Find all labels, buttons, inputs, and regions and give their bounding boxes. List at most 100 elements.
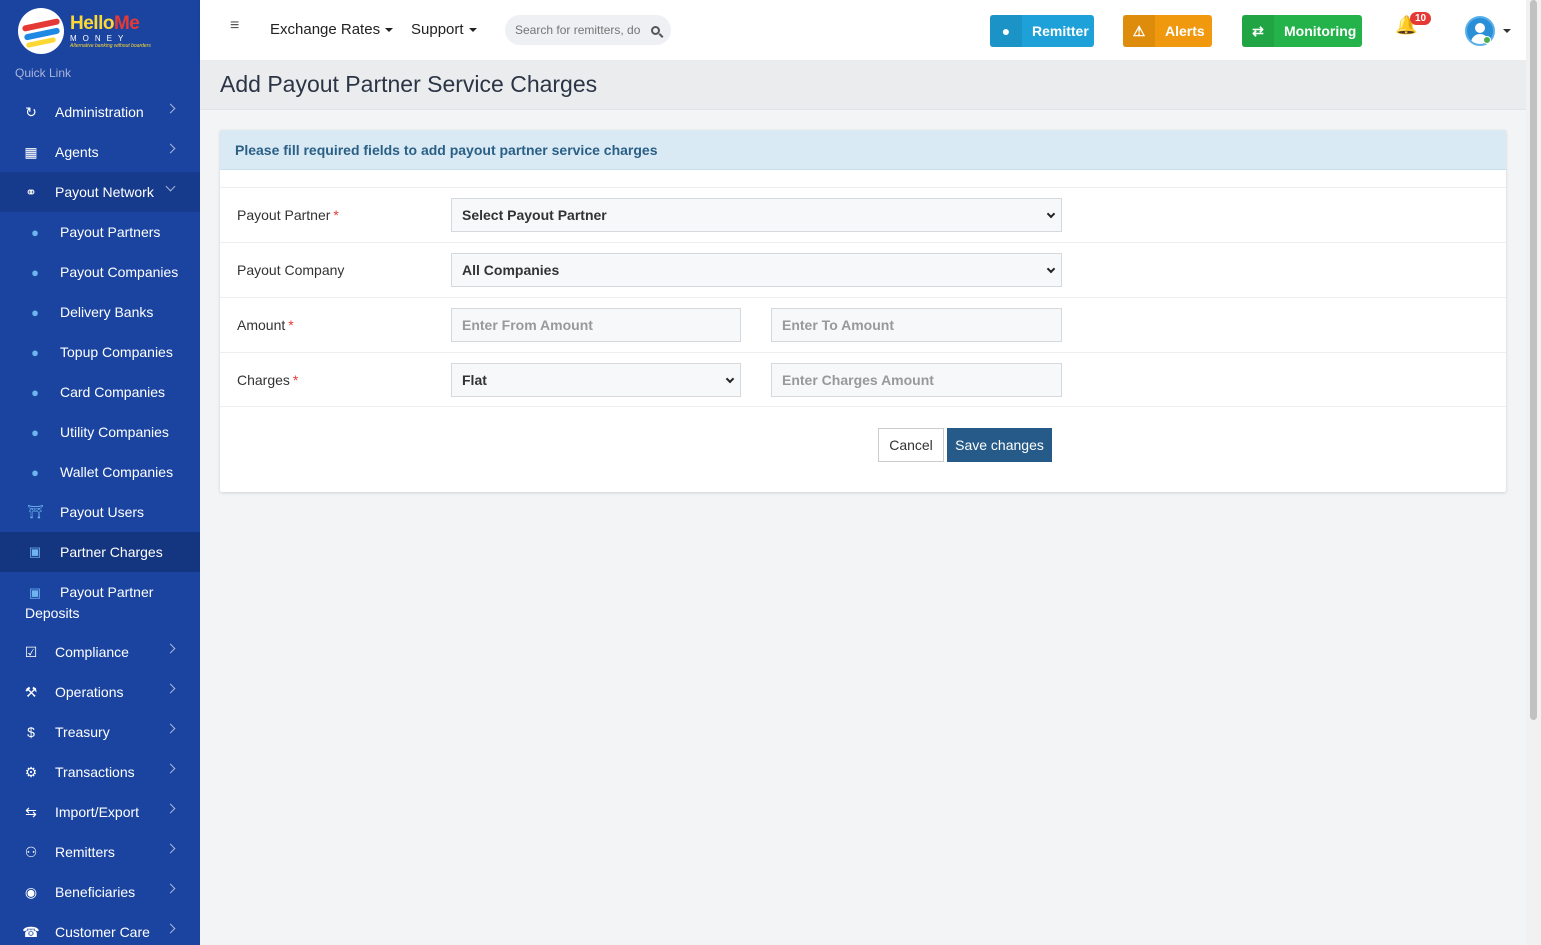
check-square-icon: ☑ <box>24 643 38 660</box>
sidebar-item-label: Operations <box>55 684 124 700</box>
sidebar-item-label: Delivery Banks <box>60 304 154 320</box>
user-icon: ● <box>31 264 39 280</box>
exchange-arrows-icon: ⇄ <box>1242 15 1274 47</box>
sidebar-item-delivery-banks[interactable]: ● Delivery Banks <box>0 292 200 332</box>
sidebar-item-label: Import/Export <box>55 804 140 820</box>
required-mark: * <box>333 207 339 223</box>
user-icon: ● <box>31 224 39 240</box>
search-box <box>505 15 671 45</box>
users-icon: ⚇ <box>24 843 38 860</box>
sidebar-item-payout-network[interactable]: ⚭ Payout Network <box>0 172 200 212</box>
sidebar-item-label: Payout Network <box>55 184 154 200</box>
charges-amount-input[interactable] <box>771 363 1062 397</box>
topbar: ≡ Exchange Rates Support ● Remitter ⚠ Aler… <box>200 0 1526 60</box>
payout-company-label: Payout Company <box>237 262 345 278</box>
sidebar-item-agents[interactable]: ▦ Agents <box>0 132 200 172</box>
payout-company-select[interactable]: All Companies <box>451 253 1062 287</box>
search-input[interactable] <box>515 23 640 37</box>
charges-type-select[interactable]: Flat <box>451 363 741 397</box>
to-amount-input[interactable] <box>771 308 1062 342</box>
user-icon: ● <box>31 304 39 320</box>
user-circle-icon: ◉ <box>24 883 38 900</box>
online-status-icon <box>1483 36 1491 44</box>
wrench-icon: ⚒ <box>24 683 38 700</box>
chevron-right-icon <box>165 763 176 774</box>
sidebar-item-wallet-companies[interactable]: ● Wallet Companies <box>0 452 200 492</box>
card-header: Please fill required fields to add payou… <box>220 130 1506 170</box>
sidebar-item-remitters[interactable]: ⚇ Remitters <box>0 832 200 872</box>
sidebar-item-payout-users[interactable]: ⛩ Payout Users <box>0 492 200 532</box>
sidebar-item-operations[interactable]: ⚒ Operations <box>0 672 200 712</box>
sidebar-item-compliance[interactable]: ☑ Compliance <box>0 632 200 672</box>
sidebar-item-payout-partner-deposits[interactable]: ▣ Payout Partner Deposits <box>0 572 200 632</box>
alerts-label: Alerts <box>1165 23 1205 39</box>
sidebar-item-payout-partners[interactable]: ● Payout Partners <box>0 212 200 252</box>
support-label: Support <box>411 21 464 38</box>
dollar-icon: $ <box>27 724 35 740</box>
user-icon: ● <box>990 15 1022 47</box>
payout-company-row: Payout Company All Companies <box>220 242 1506 297</box>
payout-partner-select[interactable]: Select Payout Partner <box>451 198 1062 232</box>
sidebar-item-label: Remitters <box>55 844 115 860</box>
chevron-right-icon <box>165 883 176 894</box>
monitoring-button[interactable]: ⇄ Monitoring <box>1242 15 1362 47</box>
sidebar-item-administration[interactable]: ↻ Administration <box>0 92 200 132</box>
required-mark: * <box>292 372 299 388</box>
form-card: Please fill required fields to add payou… <box>220 130 1506 492</box>
shuffle-icon: ⇆ <box>25 803 37 820</box>
sidebar-item-payout-companies[interactable]: ● Payout Companies <box>0 252 200 292</box>
sidebar-item-customer-care[interactable]: ☎ Customer Care <box>0 912 200 945</box>
save-button[interactable]: Save changes <box>947 428 1052 462</box>
chevron-right-icon <box>165 723 176 734</box>
sidebar-item-label: Transactions <box>55 764 135 780</box>
support-menu[interactable]: Support <box>411 21 477 38</box>
chevron-right-icon <box>165 683 176 694</box>
payout-partner-row: Payout Partner * Select Payout Partner <box>220 187 1506 242</box>
hamburger-menu-icon[interactable]: ≡ <box>230 17 239 35</box>
sidebar-item-label: Customer Care <box>55 924 150 940</box>
headset-icon: ☎ <box>22 923 40 940</box>
remitter-button[interactable]: ● Remitter <box>990 15 1094 47</box>
sidebar-item-treasury[interactable]: $ Treasury <box>0 712 200 752</box>
brand-logo[interactable]: HelloMe MONEY Alternative banking withou… <box>0 0 200 62</box>
sidebar-item-topup-companies[interactable]: ● Topup Companies <box>0 332 200 372</box>
user-icon: ● <box>31 384 39 400</box>
sidebar-item-label: Payout Partners <box>60 224 161 240</box>
sidebar-item-label: Topup Companies <box>60 344 173 360</box>
from-amount-input[interactable] <box>451 308 741 342</box>
bank-icon: ⛩ <box>27 504 44 519</box>
monitoring-label: Monitoring <box>1284 23 1357 39</box>
sidebar-item-import-export[interactable]: ⇆ Import/Export <box>0 792 200 832</box>
charges-row: Charges * Flat <box>220 352 1506 407</box>
sidebar-item-label: Beneficiaries <box>55 884 136 900</box>
sidebar-item-label: Administration <box>55 104 144 120</box>
sidebar-item-label: Payout Partner Deposits <box>25 584 154 621</box>
notification-badge: 10 <box>1410 12 1432 25</box>
cogs-icon: ⚙ <box>24 763 38 780</box>
page-scrollbar[interactable] <box>1526 0 1541 945</box>
sidebar-item-label: Payout Users <box>60 504 145 520</box>
logo-mark-icon <box>18 8 64 54</box>
money-icon: ▣ <box>28 585 42 600</box>
exchange-rates-label: Exchange Rates <box>270 21 381 38</box>
search-button[interactable] <box>640 15 670 45</box>
sidebar-item-transactions[interactable]: ⚙ Transactions <box>0 752 200 792</box>
cancel-button[interactable]: Cancel <box>878 428 944 462</box>
sidebar-item-partner-charges[interactable]: ▣ Partner Charges <box>0 532 200 572</box>
caret-down-icon[interactable] <box>1503 29 1511 33</box>
sidebar-item-utility-companies[interactable]: ● Utility Companies <box>0 412 200 452</box>
sidebar-item-beneficiaries[interactable]: ◉ Beneficiaries <box>0 872 200 912</box>
brand-name-a: Hello <box>70 13 114 34</box>
exchange-rates-menu[interactable]: Exchange Rates <box>270 21 394 38</box>
user-icon: ● <box>31 424 39 440</box>
chevron-right-icon <box>165 843 176 854</box>
alerts-button[interactable]: ⚠ Alerts <box>1123 15 1212 47</box>
required-mark: * <box>288 317 294 333</box>
scrollbar-thumb[interactable] <box>1530 0 1537 720</box>
chevron-down-icon <box>165 181 176 192</box>
charges-label: Charges * <box>237 372 299 388</box>
caret-down-icon <box>385 28 394 33</box>
sidebar-item-card-companies[interactable]: ● Card Companies <box>0 372 200 412</box>
sidebar-item-label: Compliance <box>55 644 129 660</box>
amount-row: Amount * <box>220 297 1506 352</box>
